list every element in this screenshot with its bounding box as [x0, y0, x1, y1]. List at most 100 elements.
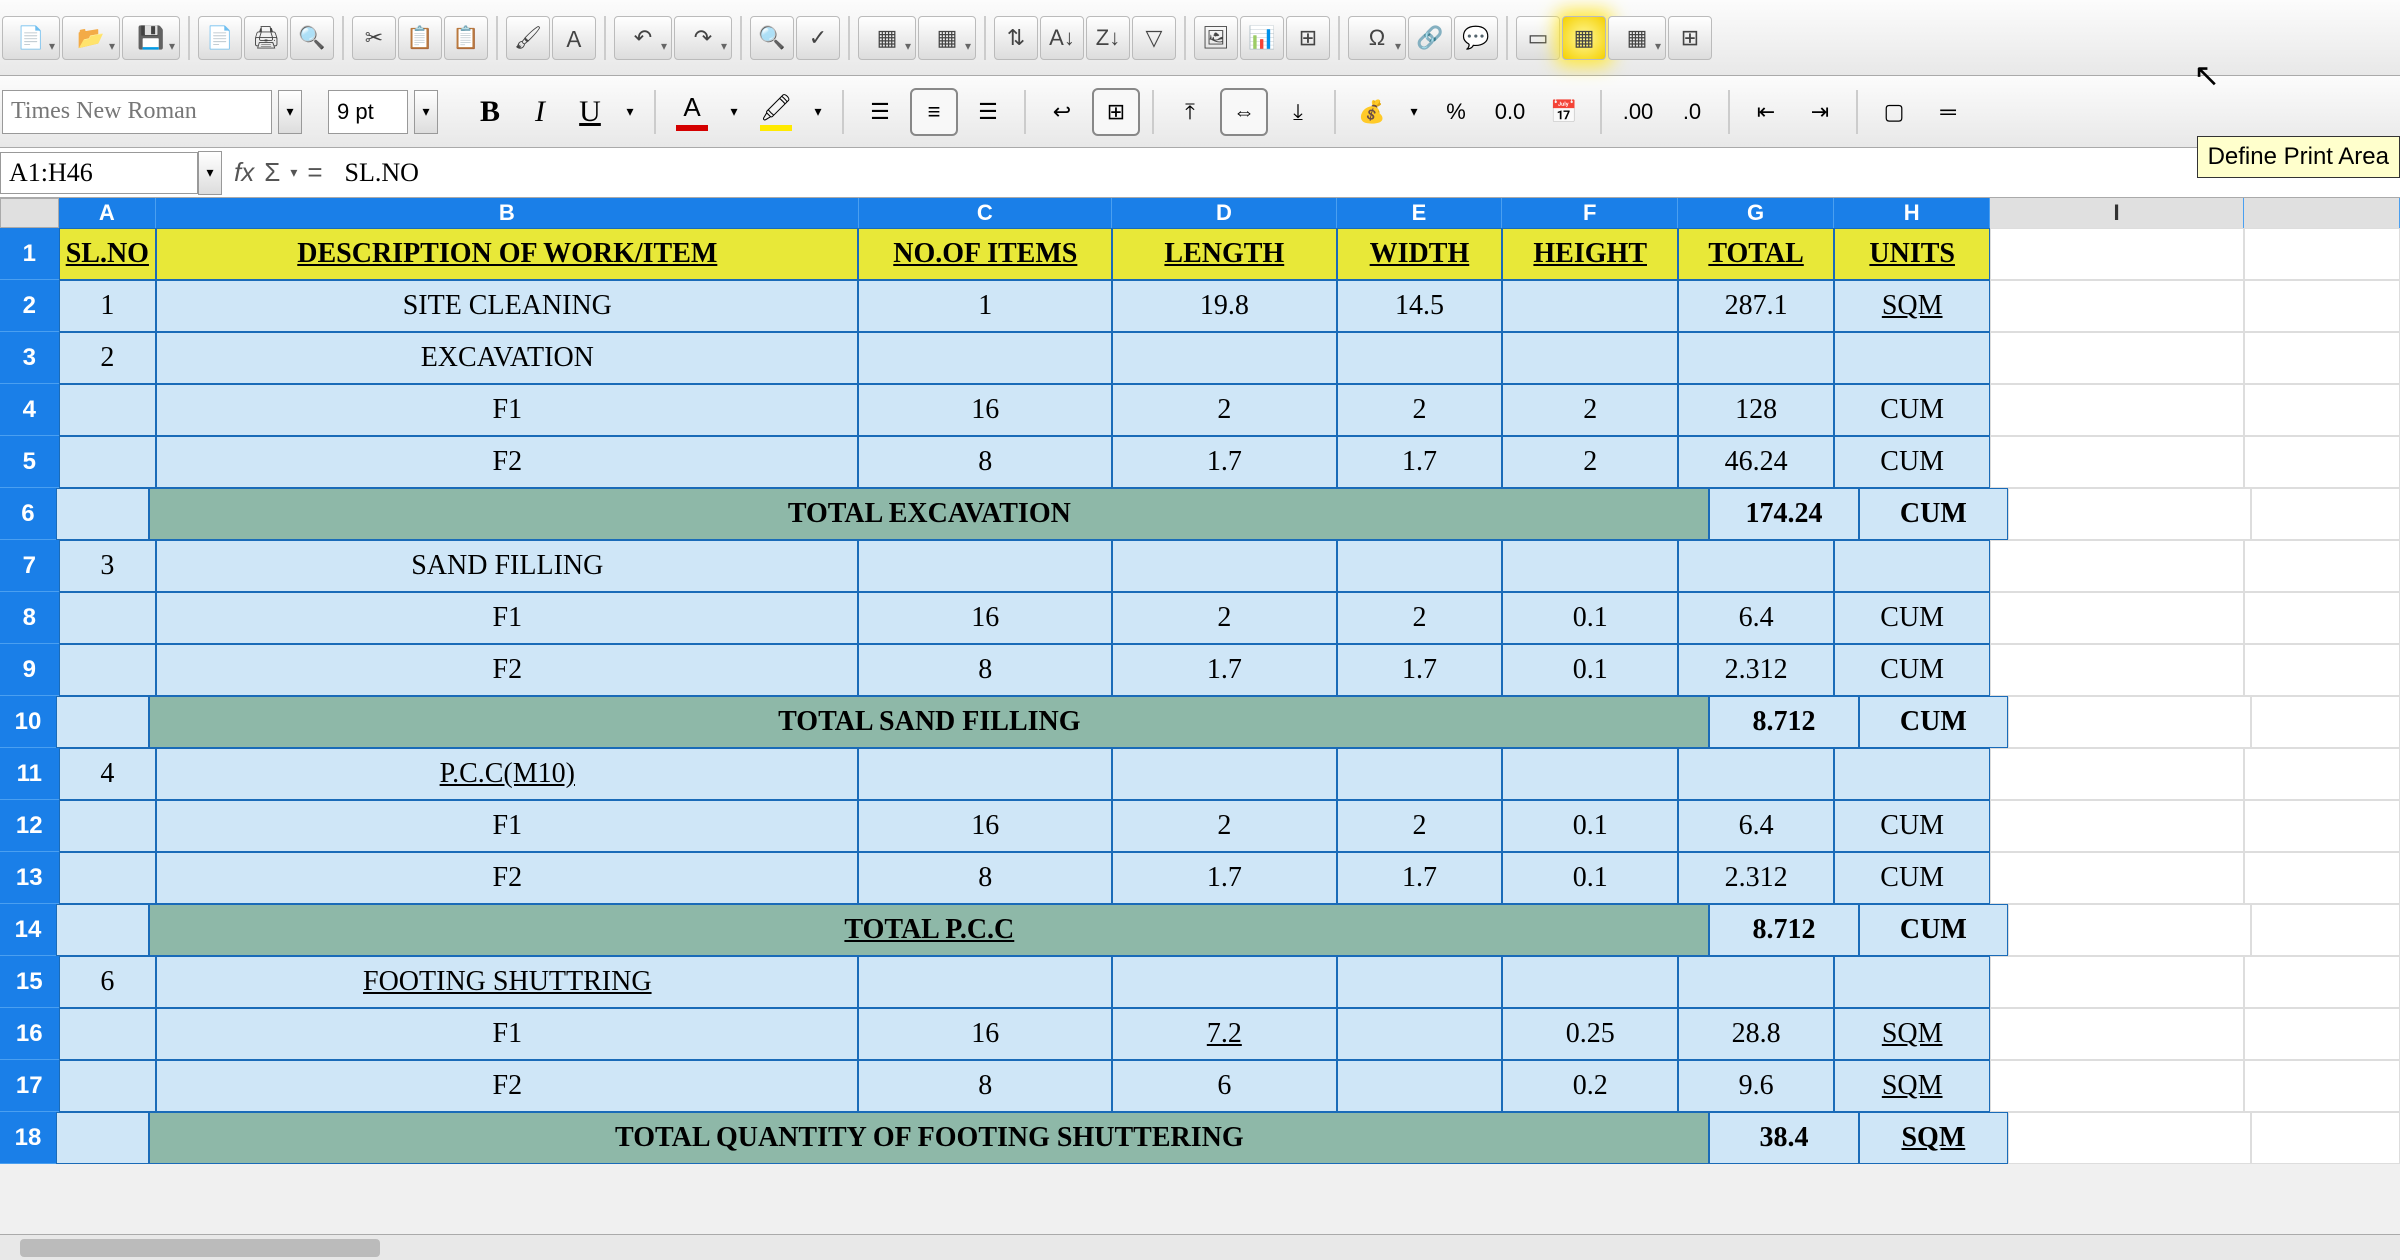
- cell[interactable]: CUM: [1834, 800, 1990, 852]
- cell[interactable]: 14.5: [1337, 280, 1503, 332]
- cell[interactable]: SQM: [1834, 1060, 1990, 1112]
- align-middle-button[interactable]: ⇔: [1220, 88, 1268, 136]
- cell[interactable]: [59, 1060, 157, 1112]
- cell[interactable]: TOTAL P.C.C: [149, 904, 1709, 956]
- cell[interactable]: F2: [156, 852, 858, 904]
- cell[interactable]: [59, 852, 157, 904]
- cell[interactable]: 8: [858, 644, 1112, 696]
- export-pdf-button[interactable]: 📄: [198, 16, 242, 60]
- bold-button[interactable]: B: [468, 86, 512, 138]
- new-doc-button[interactable]: 📄: [2, 16, 60, 60]
- cell[interactable]: CUM: [1859, 904, 2008, 956]
- cell[interactable]: [2008, 904, 2251, 956]
- namebox-dd[interactable]: ▾: [198, 151, 222, 195]
- cell[interactable]: [1678, 540, 1834, 592]
- cell[interactable]: [56, 904, 149, 956]
- align-right-button[interactable]: ☰: [964, 88, 1012, 136]
- cell[interactable]: [1337, 956, 1503, 1008]
- cell[interactable]: 8: [858, 852, 1112, 904]
- cell[interactable]: [1337, 1008, 1503, 1060]
- cell[interactable]: [1990, 800, 2244, 852]
- freeze-button[interactable]: ▦: [1608, 16, 1666, 60]
- column-button[interactable]: ▦: [918, 16, 976, 60]
- row-header[interactable]: 6: [0, 488, 56, 540]
- print-button[interactable]: 🖨: [244, 16, 288, 60]
- cell[interactable]: CUM: [1834, 644, 1990, 696]
- row-header[interactable]: 13: [0, 852, 59, 904]
- cell[interactable]: [2251, 904, 2400, 956]
- cell[interactable]: [59, 644, 157, 696]
- split-button[interactable]: ⊞: [1668, 16, 1712, 60]
- currency-dd[interactable]: ▾: [1402, 90, 1426, 134]
- sum-icon[interactable]: Σ: [264, 157, 280, 188]
- cell[interactable]: [2244, 644, 2400, 696]
- autofilter-button[interactable]: ▽: [1132, 16, 1176, 60]
- cell[interactable]: [1112, 956, 1336, 1008]
- align-center-button[interactable]: ≡: [910, 88, 958, 136]
- cell[interactable]: [1502, 956, 1678, 1008]
- align-bottom-button[interactable]: ⤓: [1274, 88, 1322, 136]
- cell[interactable]: [56, 696, 149, 748]
- scroll-thumb[interactable]: [20, 1239, 380, 1257]
- col-header[interactable]: H: [1834, 198, 1990, 228]
- cell[interactable]: [1502, 748, 1678, 800]
- cell[interactable]: [1112, 748, 1336, 800]
- cell[interactable]: 2: [1502, 384, 1678, 436]
- cell[interactable]: [1990, 956, 2244, 1008]
- cell[interactable]: CUM: [1859, 488, 2008, 540]
- wrap-button[interactable]: ↩: [1038, 88, 1086, 136]
- cell[interactable]: [59, 1008, 157, 1060]
- cell[interactable]: 46.24: [1678, 436, 1834, 488]
- copy-button[interactable]: 📋: [398, 16, 442, 60]
- row-header[interactable]: 17: [0, 1060, 59, 1112]
- cell[interactable]: TOTAL SAND FILLING: [149, 696, 1709, 748]
- cell[interactable]: [2244, 436, 2400, 488]
- cell[interactable]: [2008, 488, 2251, 540]
- cell[interactable]: [2244, 1008, 2400, 1060]
- cell[interactable]: [1990, 228, 2244, 280]
- cell[interactable]: [1990, 280, 2244, 332]
- cell[interactable]: SQM: [1834, 1008, 1990, 1060]
- cell[interactable]: [59, 592, 157, 644]
- cell[interactable]: LENGTH: [1112, 228, 1336, 280]
- font-size-input[interactable]: [328, 90, 408, 134]
- col-header[interactable]: G: [1678, 198, 1834, 228]
- undo-button[interactable]: ↶: [614, 16, 672, 60]
- pivot-button[interactable]: ⊞: [1286, 16, 1330, 60]
- name-box[interactable]: [0, 152, 198, 194]
- cell[interactable]: SL.NO: [59, 228, 157, 280]
- col-header[interactable]: A: [59, 198, 157, 228]
- cell[interactable]: [56, 1112, 149, 1164]
- indent-dec-button[interactable]: ⇤: [1742, 88, 1790, 136]
- cell[interactable]: 1: [59, 280, 157, 332]
- cell[interactable]: 2.312: [1678, 852, 1834, 904]
- row-header[interactable]: 12: [0, 800, 59, 852]
- cell[interactable]: F2: [156, 436, 858, 488]
- cell[interactable]: FOOTING SHUTTRING: [156, 956, 858, 1008]
- cell[interactable]: [1834, 540, 1990, 592]
- horizontal-scrollbar[interactable]: [0, 1234, 2400, 1260]
- row-header[interactable]: 5: [0, 436, 59, 488]
- cell[interactable]: [1834, 748, 1990, 800]
- cell[interactable]: 2.312: [1678, 644, 1834, 696]
- cell[interactable]: [2251, 696, 2400, 748]
- row-header[interactable]: 2: [0, 280, 59, 332]
- cell[interactable]: [2244, 800, 2400, 852]
- cell[interactable]: [2251, 488, 2400, 540]
- cell[interactable]: [1502, 540, 1678, 592]
- underline-dd[interactable]: ▾: [618, 90, 642, 134]
- cell[interactable]: 6: [1112, 1060, 1336, 1112]
- cell[interactable]: 3: [59, 540, 157, 592]
- cell[interactable]: CUM: [1834, 592, 1990, 644]
- special-char-button[interactable]: Ω: [1348, 16, 1406, 60]
- cell[interactable]: [1990, 332, 2244, 384]
- cell[interactable]: 1.7: [1112, 644, 1336, 696]
- cell[interactable]: 8: [858, 436, 1112, 488]
- font-name-input[interactable]: [2, 90, 272, 134]
- add-decimal-button[interactable]: .00: [1614, 88, 1662, 136]
- cell[interactable]: 8: [858, 1060, 1112, 1112]
- cell[interactable]: [1678, 748, 1834, 800]
- row-header[interactable]: 16: [0, 1008, 59, 1060]
- cell[interactable]: 16: [858, 1008, 1112, 1060]
- cell[interactable]: 16: [858, 800, 1112, 852]
